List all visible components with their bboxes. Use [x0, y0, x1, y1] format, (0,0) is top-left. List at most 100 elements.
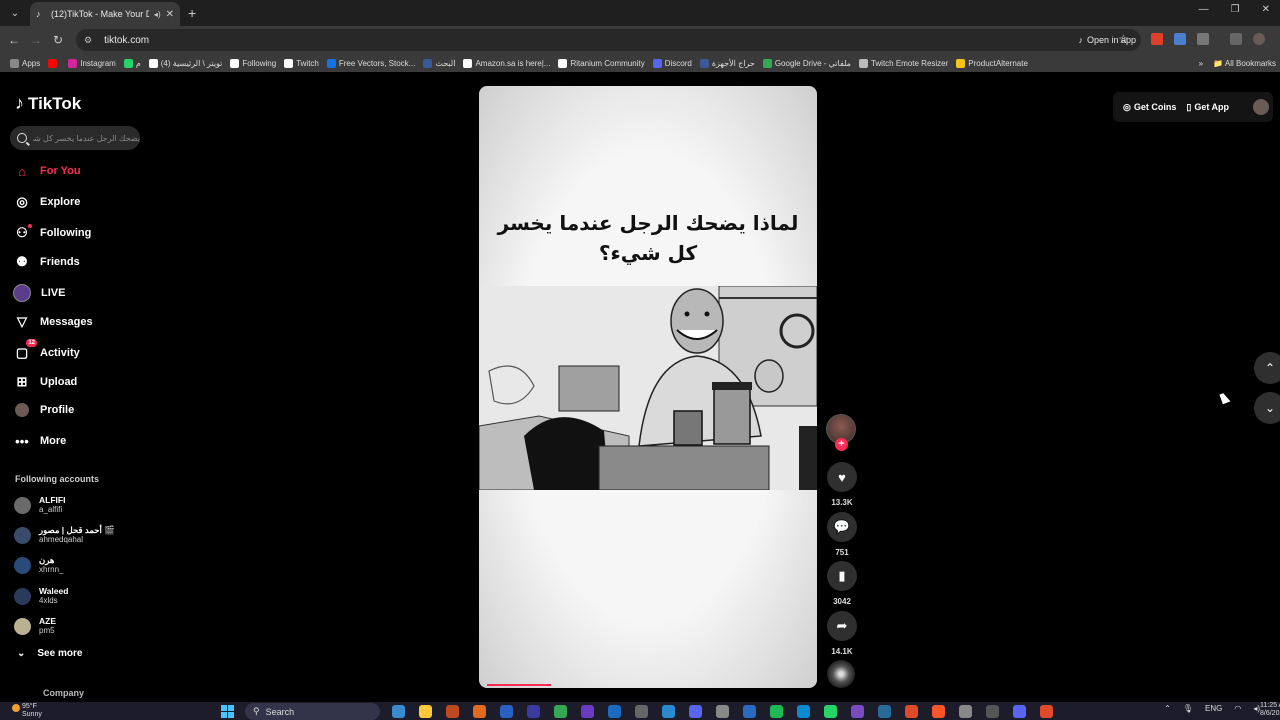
nav-upload[interactable]: ⊞ Upload [14, 371, 144, 393]
back-icon[interactable]: ← [3, 33, 25, 47]
company-link[interactable]: Company [43, 688, 84, 698]
nav-profile[interactable]: Profile [14, 399, 144, 421]
taskbar-app-icon[interactable] [824, 705, 837, 718]
forward-icon[interactable]: → [25, 33, 47, 47]
chevron-up-icon[interactable]: ⌃ [1164, 704, 1171, 713]
following-account-item[interactable]: Waleed 4xlds [14, 584, 134, 608]
tiktok-logo[interactable]: ♪ TikTok [15, 93, 81, 114]
browser-profile-avatar[interactable] [1253, 33, 1265, 45]
nav-live[interactable]: LIVE [13, 282, 143, 304]
bookmark-item[interactable]: Apps [10, 58, 40, 68]
speaker-icon[interactable]: ◂) [154, 10, 161, 19]
bookmark-item[interactable]: Ritanium Community [558, 58, 645, 68]
comment-button[interactable]: 💬 751 [826, 512, 858, 557]
bookmark-item[interactable]: Twitch [284, 58, 319, 68]
nav-for-you[interactable]: ⌂ For You [14, 160, 144, 182]
site-info-icon[interactable]: ⚙ [84, 35, 92, 46]
taskbar-app-icon[interactable] [419, 705, 432, 718]
next-video-button[interactable]: ⌄ [1254, 392, 1280, 424]
taskbar-app-icon[interactable] [1013, 705, 1026, 718]
nav-following[interactable]: ⚇ Following [14, 222, 144, 244]
tab-group-icon[interactable] [1230, 33, 1242, 45]
following-account-item[interactable]: AZE pm5 [14, 614, 134, 638]
taskbar-app-icon[interactable] [689, 705, 702, 718]
more-bookmarks-icon[interactable]: » [1199, 59, 1203, 68]
following-account-item[interactable]: هرن xhrnn_ [14, 553, 134, 577]
taskbar-app-icon[interactable] [932, 705, 945, 718]
taskbar-app-icon[interactable] [959, 705, 972, 718]
bookmark-item[interactable]: Free Vectors, Stock... [326, 58, 415, 68]
volume-icon[interactable]: ◂) [1253, 704, 1260, 713]
user-avatar[interactable] [1253, 99, 1269, 115]
taskbar-app-icon[interactable] [473, 705, 486, 718]
share-button[interactable]: ➦ 14.1K [826, 611, 858, 656]
new-tab-icon[interactable]: + [188, 5, 196, 21]
taskbar-app-icon[interactable] [797, 705, 810, 718]
taskbar-app-icon[interactable] [662, 705, 675, 718]
get-coins-button[interactable]: ◎ Get Coins [1123, 102, 1176, 113]
wifi-icon[interactable]: ◠ [1234, 704, 1241, 713]
microphone-icon[interactable]: 🎙 [1183, 704, 1193, 713]
maximize-icon[interactable]: ❐ [1231, 4, 1240, 15]
save-button[interactable]: ▮ 3042 [826, 561, 858, 606]
nav-friends[interactable]: ⚉ Friends [14, 251, 144, 273]
taskbar-app-icon[interactable] [851, 705, 864, 718]
taskbar-clock[interactable]: 11:25 AM 8/6/2024 [1260, 702, 1280, 718]
all-bookmarks-button[interactable]: 📁 All Bookmarks [1213, 59, 1276, 68]
previous-video-button[interactable]: ⌃ [1254, 352, 1280, 384]
bookmark-item[interactable]: Twitch Emote Resizer [858, 58, 948, 68]
taskbar-app-icon[interactable] [905, 705, 918, 718]
like-button[interactable]: ♥ 13.3K [826, 462, 858, 507]
bookmark-item[interactable]: Discord [652, 58, 692, 68]
windows-start-icon[interactable] [221, 705, 234, 718]
following-account-item[interactable]: ALFIFI a_alfifi [14, 493, 134, 517]
get-app-button[interactable]: ▯ Get App [1186, 102, 1229, 113]
bookmark-item[interactable]: Google Drive - ملفاتي [762, 58, 851, 68]
search-input[interactable]: يضحك الرجل عندما يخسر كل شي [10, 126, 140, 150]
taskbar-app-icon[interactable] [635, 705, 648, 718]
taskbar-app-icon[interactable] [878, 705, 891, 718]
see-more-button[interactable]: ⌄ See more [17, 648, 82, 659]
nav-explore[interactable]: ◎ Explore [14, 191, 144, 213]
search-icon[interactable] [17, 133, 27, 143]
taskbar-app-icon[interactable] [392, 705, 405, 718]
bookmark-item[interactable]: Following [230, 58, 276, 68]
taskbar-app-icon[interactable] [500, 705, 513, 718]
video-player[interactable]: لماذا يضحك الرجل عندما يخسر كل شيء؟ [479, 86, 817, 688]
follow-plus-icon[interactable]: + [835, 438, 848, 451]
taskbar-app-icon[interactable] [770, 705, 783, 718]
taskbar-app-icon[interactable] [446, 705, 459, 718]
weather-widget[interactable]: 95°F Sunny [12, 703, 42, 719]
bookmark-item[interactable]: ProductAlternate [956, 58, 1028, 68]
bookmark-item[interactable]: (4) تويتر \ الرئيسية [148, 58, 222, 68]
window-close-icon[interactable]: ✕ [1262, 4, 1270, 15]
bookmark-item[interactable]: حراج الأجهزة [699, 58, 755, 68]
minimize-icon[interactable]: — [1199, 4, 1209, 15]
video-progress-bar[interactable] [487, 684, 552, 686]
taskbar-app-icon[interactable] [608, 705, 621, 718]
bookmark-item[interactable]: Amazon.sa is here|... [463, 58, 550, 68]
url-bar[interactable]: ⚙ tiktok.com [76, 29, 1141, 51]
taskbar-app-icon[interactable] [743, 705, 756, 718]
nav-messages[interactable]: ▽ Messages [14, 311, 144, 333]
bookmark-item[interactable]: البحث [423, 58, 455, 68]
tab-close-icon[interactable]: ✕ [166, 9, 174, 20]
extensions-puzzle-icon[interactable] [1197, 33, 1209, 45]
language-indicator[interactable]: ENG [1205, 704, 1222, 713]
taskbar-app-icon[interactable] [581, 705, 594, 718]
bookmark-item[interactable]: Instagram [68, 58, 116, 68]
taskbar-app-icon[interactable] [527, 705, 540, 718]
following-account-item[interactable]: أحمد قحل | مصور 🎬 ahmedqahal [14, 523, 134, 547]
taskbar-app-icon[interactable] [716, 705, 729, 718]
bookmark-item[interactable] [48, 58, 60, 68]
extension-red-icon[interactable] [1151, 33, 1163, 45]
bookmark-star-icon[interactable]: ☆ [1118, 32, 1129, 46]
taskbar-app-icon[interactable] [1040, 705, 1053, 718]
music-disc-icon[interactable] [827, 660, 855, 688]
reload-icon[interactable]: ↻ [47, 33, 69, 47]
browser-tab[interactable]: ♪ (12)TikTok - Make Your Day ◂) ✕ [30, 2, 180, 26]
bookmark-item[interactable]: م [123, 58, 141, 68]
taskbar-app-icon[interactable] [986, 705, 999, 718]
taskbar-app-icon[interactable] [554, 705, 567, 718]
nav-more[interactable]: ••• More [14, 430, 144, 452]
